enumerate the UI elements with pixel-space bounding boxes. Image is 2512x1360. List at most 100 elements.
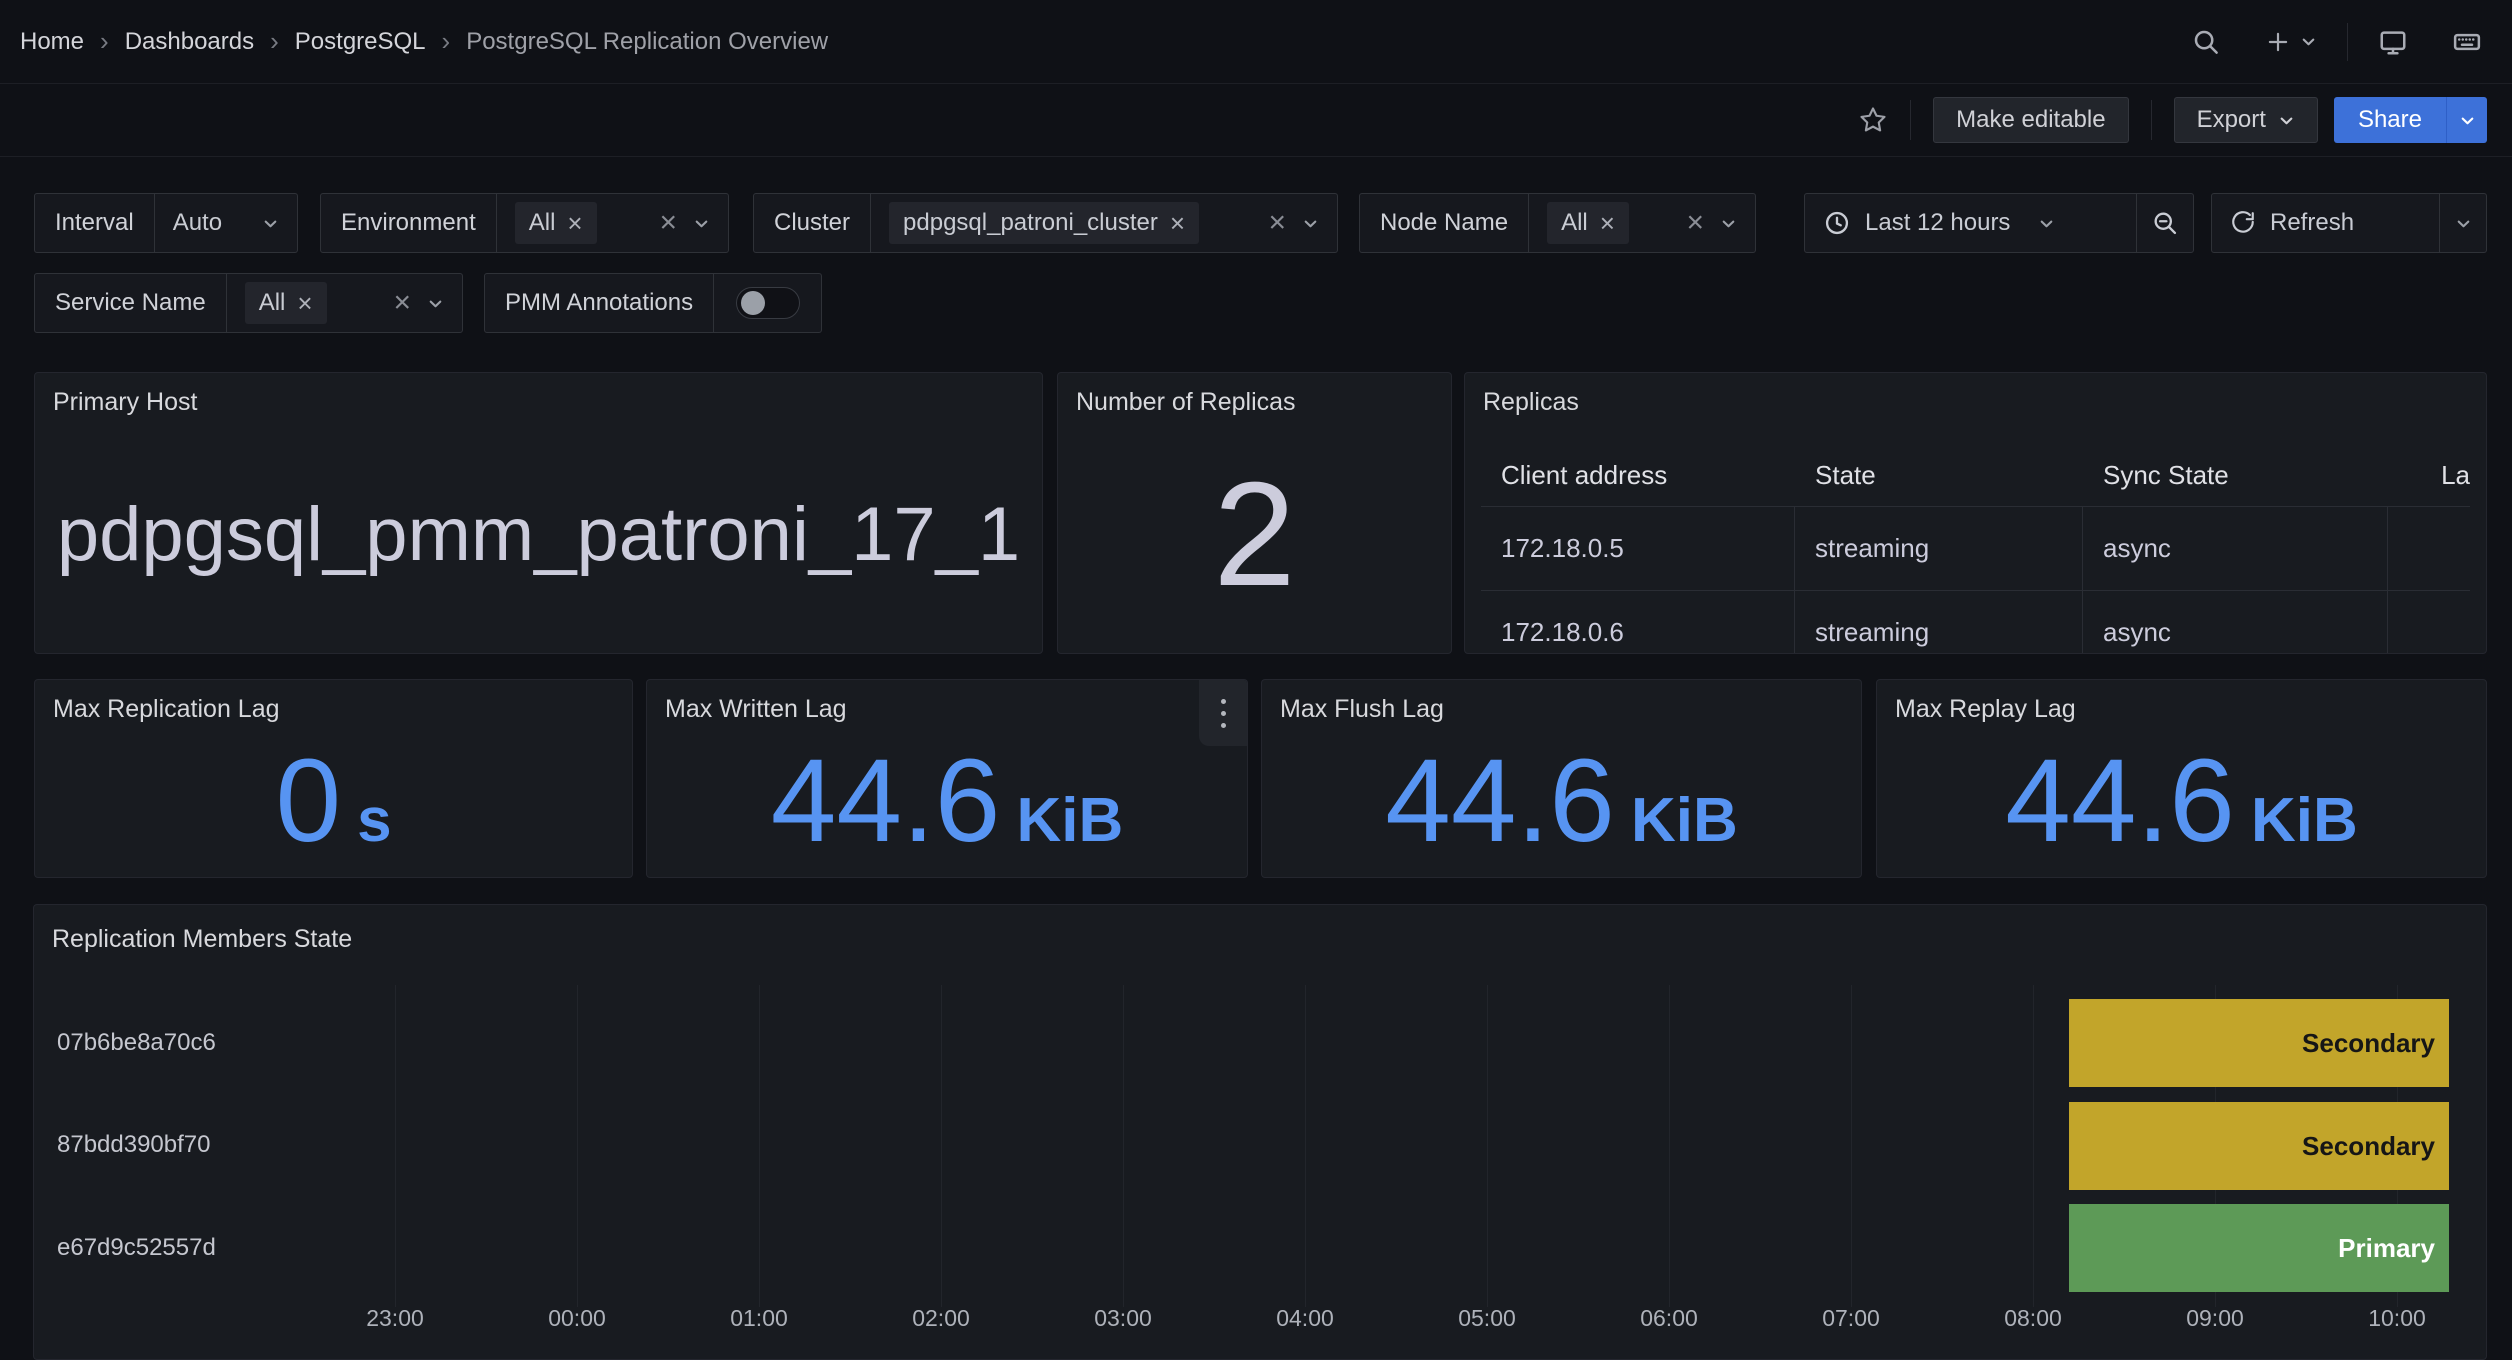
panel-menu-kebab-icon[interactable] xyxy=(1199,680,1247,746)
interval-select[interactable]: Auto xyxy=(155,194,297,252)
stat-value: 44.6 KiB xyxy=(1385,742,1737,860)
panel-title[interactable]: Replicas xyxy=(1465,373,2486,417)
x-axis-tick: 04:00 xyxy=(1276,1305,1334,1332)
panel-title[interactable]: Max Written Lag xyxy=(647,680,1247,724)
filter-row-1: Interval Auto Environment All × × Cluste xyxy=(34,193,2487,253)
state-bar-secondary: Secondary xyxy=(2069,1102,2449,1190)
service-name-control: Service Name All × × xyxy=(34,273,463,333)
panel-replicas-table: Replicas Client address State Sync State… xyxy=(1464,372,2487,654)
breadcrumb-dashboards[interactable]: Dashboards xyxy=(125,28,254,56)
panel-title[interactable]: Number of Replicas xyxy=(1058,373,1451,417)
column-header[interactable]: Sync State xyxy=(2083,445,2388,506)
stat-number: 44.6 xyxy=(1385,742,1615,860)
breadcrumb-current-page: PostgreSQL Replication Overview xyxy=(466,28,828,56)
clear-icon[interactable]: × xyxy=(1686,208,1704,238)
panel-replication-members-state: Replication Members State 07b6be8a70c6 8… xyxy=(33,904,2487,1360)
chevron-down-icon xyxy=(2455,215,2472,232)
cluster-control: Cluster pdpgsql_patroni_cluster × × xyxy=(753,193,1338,253)
node-name-chip[interactable]: All × xyxy=(1547,202,1629,244)
x-axis-tick: 03:00 xyxy=(1094,1305,1152,1332)
clear-icon[interactable]: × xyxy=(393,288,411,318)
cell-client-address: 172.18.0.5 xyxy=(1481,507,1795,590)
breadcrumb-separator-icon: › xyxy=(270,26,279,57)
refresh-icon xyxy=(2230,210,2256,236)
refresh-interval-button[interactable] xyxy=(2440,194,2486,252)
top-nav-bar: Home › Dashboards › PostgreSQL › Postgre… xyxy=(0,0,2512,84)
breadcrumb-separator-icon: › xyxy=(100,26,109,57)
panel-title[interactable]: Max Replay Lag xyxy=(1877,680,2486,724)
divider xyxy=(1910,100,1911,140)
chip-remove-icon[interactable]: × xyxy=(1170,210,1185,236)
chip-label: All xyxy=(529,209,556,237)
nav-actions xyxy=(2191,23,2482,61)
share-menu-button[interactable] xyxy=(2446,97,2487,143)
replicas-count-value: 2 xyxy=(1213,461,1295,609)
chevron-down-icon xyxy=(262,215,279,232)
stat-unit: KiB xyxy=(2251,790,2358,852)
favorite-star-icon[interactable] xyxy=(1858,105,1888,135)
dashboard-toolbar: Make editable Export Share xyxy=(0,84,2512,157)
search-icon[interactable] xyxy=(2191,27,2221,57)
breadcrumb-separator-icon: › xyxy=(442,26,451,57)
chip-remove-icon[interactable]: × xyxy=(567,210,582,236)
cell-sync-state: async xyxy=(2083,507,2388,590)
keyboard-icon[interactable] xyxy=(2452,27,2482,57)
grafana-dashboard: Home › Dashboards › PostgreSQL › Postgre… xyxy=(0,0,2512,1360)
interval-label: Interval xyxy=(35,194,155,252)
stat-number: 44.6 xyxy=(771,742,1001,860)
cluster-chip[interactable]: pdpgsql_patroni_cluster × xyxy=(889,202,1199,244)
add-new-button[interactable] xyxy=(2265,29,2317,55)
x-axis-tick: 08:00 xyxy=(2004,1305,2062,1332)
stat-body: pdpgsql_pmm_patroni_17_1 xyxy=(35,417,1042,653)
divider xyxy=(2347,23,2348,61)
zoom-out-button[interactable] xyxy=(2137,194,2193,252)
share-button[interactable]: Share xyxy=(2334,97,2446,143)
make-editable-button[interactable]: Make editable xyxy=(1933,97,2128,143)
zoom-out-icon xyxy=(2151,209,2179,237)
x-axis-tick: 05:00 xyxy=(1458,1305,1516,1332)
stat-value: 44.6 KiB xyxy=(2005,742,2357,860)
environment-select[interactable]: All × × xyxy=(497,194,728,252)
timeline-row-label: 87bdd390bf70 xyxy=(57,1131,211,1159)
state-bar-secondary: Secondary xyxy=(2069,999,2449,1087)
chip-remove-icon[interactable]: × xyxy=(1600,210,1615,236)
clear-icon[interactable]: × xyxy=(659,208,677,238)
environment-chip[interactable]: All × xyxy=(515,202,597,244)
time-range-button[interactable]: Last 12 hours xyxy=(1805,194,2136,252)
x-axis-tick: 10:00 xyxy=(2368,1305,2426,1332)
breadcrumb: Home › Dashboards › PostgreSQL › Postgre… xyxy=(20,26,828,57)
cluster-select[interactable]: pdpgsql_patroni_cluster × × xyxy=(871,194,1337,252)
stat-number: 44.6 xyxy=(2005,742,2235,860)
cell-client-address: 172.18.0.6 xyxy=(1481,591,1795,654)
panel-title[interactable]: Max Flush Lag xyxy=(1262,680,1861,724)
stat-unit: KiB xyxy=(1631,790,1738,852)
x-axis-tick: 23:00 xyxy=(366,1305,424,1332)
cell-sync-state: async xyxy=(2083,591,2388,654)
x-axis-tick: 00:00 xyxy=(548,1305,606,1332)
column-header[interactable]: State xyxy=(1795,445,2083,506)
column-header[interactable]: La xyxy=(2388,445,2470,506)
pmm-annotations-toggle[interactable] xyxy=(736,287,800,319)
share-button-group: Share xyxy=(2334,97,2487,143)
node-name-select[interactable]: All × × xyxy=(1529,194,1755,252)
panel-title[interactable]: Max Replication Lag xyxy=(35,680,632,724)
panel-title[interactable]: Replication Members State xyxy=(34,905,2486,954)
panel-title[interactable]: Primary Host xyxy=(35,373,1042,417)
x-axis-tick: 02:00 xyxy=(912,1305,970,1332)
clear-icon[interactable]: × xyxy=(1268,208,1286,238)
breadcrumb-postgresql[interactable]: PostgreSQL xyxy=(295,28,426,56)
cell-state: streaming xyxy=(1795,591,2083,654)
service-name-select[interactable]: All × × xyxy=(227,274,462,332)
service-name-chip[interactable]: All × xyxy=(245,282,327,324)
column-header[interactable]: Client address xyxy=(1481,445,1795,506)
refresh-control: Refresh xyxy=(2211,193,2487,253)
time-range-picker: Last 12 hours xyxy=(1804,193,2194,253)
chip-remove-icon[interactable]: × xyxy=(297,290,312,316)
export-button[interactable]: Export xyxy=(2174,97,2318,143)
toggle-knob xyxy=(741,291,765,315)
breadcrumb-home[interactable]: Home xyxy=(20,28,84,56)
monitor-icon[interactable] xyxy=(2378,27,2408,57)
chevron-down-icon xyxy=(2038,215,2055,232)
refresh-button[interactable]: Refresh xyxy=(2212,194,2439,252)
chevron-down-icon xyxy=(2278,112,2295,129)
